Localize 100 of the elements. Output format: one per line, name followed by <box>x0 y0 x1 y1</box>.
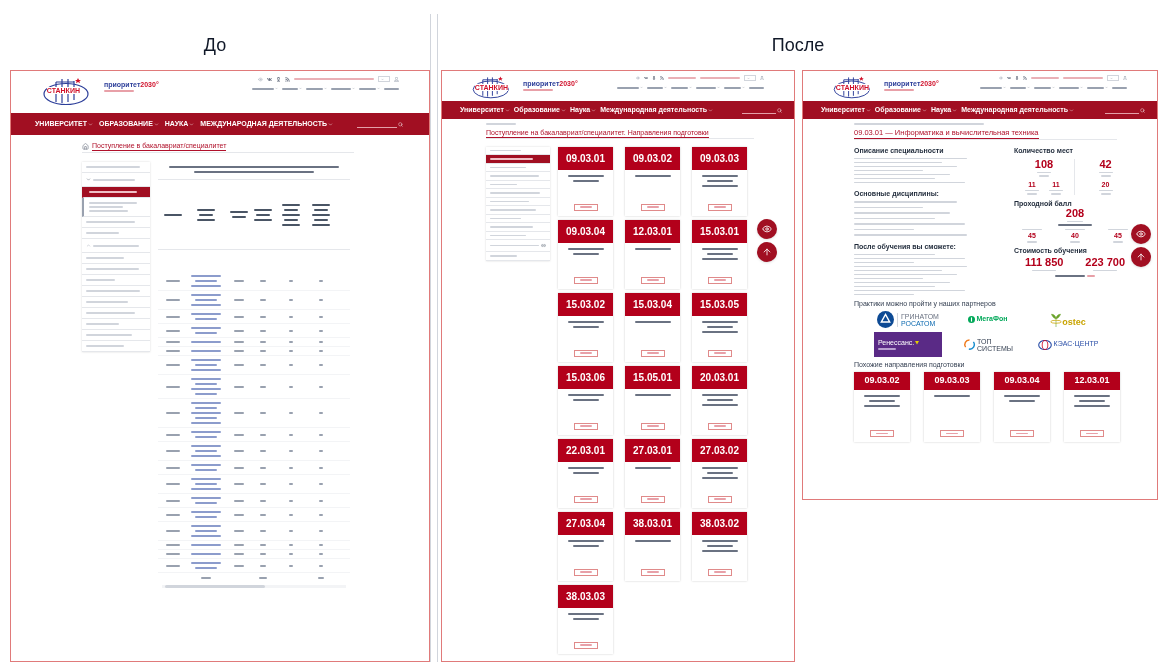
vk-icon[interactable] <box>1007 76 1011 80</box>
blurred-text-line <box>1100 193 1111 195</box>
program-card[interactable]: 15.03.02 <box>558 292 613 362</box>
scroll-top-button[interactable] <box>757 242 777 262</box>
details-button[interactable] <box>707 568 732 576</box>
search-icon[interactable] <box>398 121 403 127</box>
home-icon[interactable] <box>82 142 89 150</box>
blurred-text-line <box>89 191 137 193</box>
details-button[interactable] <box>573 641 598 649</box>
vk-icon[interactable] <box>267 76 272 82</box>
search-icon[interactable] <box>777 107 782 113</box>
blurred-text-line <box>647 86 663 89</box>
program-card[interactable]: 15.03.06 <box>558 365 613 435</box>
blurred-text-line <box>191 402 221 404</box>
program-card[interactable]: 12.03.01 <box>1064 372 1120 442</box>
program-code-banner: 09.03.04 <box>558 219 613 243</box>
details-button[interactable] <box>640 568 665 576</box>
details-button[interactable] <box>940 430 964 437</box>
eye-icon[interactable] <box>636 76 640 80</box>
details-button[interactable] <box>707 349 732 357</box>
program-code-banner: 20.03.01 <box>692 365 747 389</box>
caret-icon <box>87 121 93 127</box>
blurred-text-line <box>260 553 266 555</box>
blurred-text-line <box>1067 220 1083 222</box>
details-button[interactable] <box>640 495 665 503</box>
program-card[interactable]: 38.03.02 <box>692 511 747 581</box>
program-card[interactable]: 09.03.03 <box>692 146 747 216</box>
program-card[interactable]: 27.03.04 <box>558 511 613 581</box>
program-code-banner: 27.03.02 <box>692 438 747 462</box>
program-card[interactable]: 22.03.01 <box>558 438 613 508</box>
program-card[interactable]: 15.05.01 <box>625 365 680 435</box>
blurred-text-line <box>289 329 293 332</box>
blurred-text-line <box>195 450 217 452</box>
details-button[interactable] <box>573 568 598 576</box>
details-button[interactable] <box>1080 430 1104 437</box>
blurred-text-line <box>579 352 592 354</box>
program-card[interactable]: 15.03.01 <box>692 219 747 289</box>
details-button[interactable] <box>573 203 598 211</box>
blurred-text-line <box>319 466 323 469</box>
user-icon[interactable] <box>394 76 399 82</box>
rss-icon[interactable] <box>285 76 290 82</box>
accessibility-button[interactable] <box>1131 224 1151 244</box>
blurred-text-line <box>234 433 244 436</box>
details-button[interactable] <box>640 276 665 284</box>
details-button[interactable] <box>707 276 732 284</box>
program-card[interactable]: 38.03.03 <box>558 584 613 654</box>
details-button[interactable] <box>707 203 732 211</box>
program-card[interactable]: 09.03.01 <box>558 146 613 216</box>
program-card[interactable]: 09.03.02 <box>625 146 680 216</box>
program-card[interactable]: 15.03.05 <box>692 292 747 362</box>
language-select[interactable] <box>378 76 390 82</box>
program-card[interactable]: 12.03.01 <box>625 219 680 289</box>
details-button[interactable] <box>707 422 732 430</box>
eye-icon[interactable] <box>258 76 263 82</box>
chevron-down-icon[interactable] <box>86 177 91 182</box>
details-button[interactable] <box>870 430 894 437</box>
rss-icon[interactable] <box>660 76 664 80</box>
program-card[interactable]: 09.03.03 <box>924 372 980 442</box>
blurred-text-line <box>166 385 180 388</box>
details-button[interactable] <box>573 349 598 357</box>
search-icon[interactable] <box>1140 107 1145 113</box>
program-card[interactable]: 15.03.04 <box>625 292 680 362</box>
details-button[interactable] <box>707 495 732 503</box>
program-card[interactable]: 20.03.01 <box>692 365 747 435</box>
vk-icon[interactable] <box>644 76 648 80</box>
rss-icon[interactable] <box>1023 76 1027 80</box>
language-select[interactable] <box>744 75 756 81</box>
accessibility-button[interactable] <box>757 219 777 239</box>
user-icon[interactable] <box>760 76 764 80</box>
details-button[interactable] <box>640 349 665 357</box>
program-card[interactable]: 38.03.01 <box>625 511 680 581</box>
details-button[interactable] <box>1010 430 1034 437</box>
odnoklassniki-icon[interactable] <box>652 76 656 80</box>
blurred-text-line <box>713 352 726 354</box>
odnoklassniki-icon[interactable] <box>276 76 281 82</box>
sidebar-item[interactable] <box>486 155 550 164</box>
program-card[interactable]: 09.03.04 <box>994 372 1050 442</box>
blurred-text-line <box>634 539 671 542</box>
details-button[interactable] <box>573 422 598 430</box>
language-select[interactable] <box>1107 75 1119 81</box>
user-icon[interactable] <box>1123 76 1127 80</box>
eye-icon[interactable] <box>999 76 1003 80</box>
blurred-text-line <box>934 395 970 397</box>
program-card[interactable]: 27.03.01 <box>625 438 680 508</box>
odnoklassniki-icon[interactable] <box>1015 76 1019 80</box>
caret-icon <box>1003 86 1006 89</box>
program-card[interactable]: 09.03.02 <box>854 372 910 442</box>
blurred-text-line <box>701 476 738 479</box>
program-card[interactable]: 27.03.02 <box>692 438 747 508</box>
details-button[interactable] <box>573 276 598 284</box>
caret-icon <box>1069 107 1074 113</box>
blurred-text-line <box>195 299 217 301</box>
program-card[interactable]: 09.03.04 <box>558 219 613 289</box>
horizontal-scrollbar[interactable] <box>162 585 346 588</box>
caret-icon <box>952 107 958 113</box>
scroll-top-button[interactable] <box>1131 247 1151 267</box>
details-button[interactable] <box>640 422 665 430</box>
details-button[interactable] <box>573 495 598 503</box>
blurred-text-line <box>260 412 266 414</box>
details-button[interactable] <box>640 203 665 211</box>
